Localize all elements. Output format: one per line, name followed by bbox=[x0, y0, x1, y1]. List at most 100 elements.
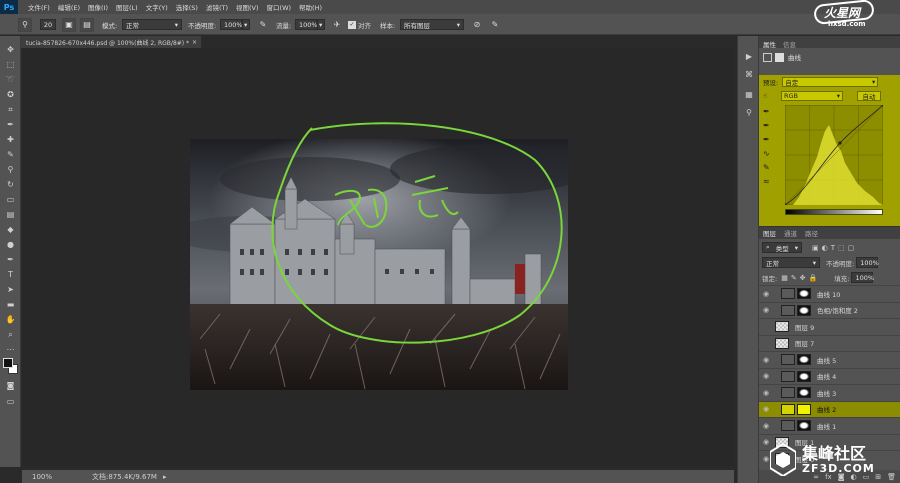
auto-button[interactable]: 自动 bbox=[857, 91, 881, 101]
layer-row[interactable]: ◉ 曲线 1 bbox=[759, 417, 900, 433]
document-size-status[interactable]: 文档:875.4K/9.67M bbox=[92, 472, 157, 482]
adjustment-layer-icon[interactable] bbox=[781, 354, 795, 365]
chevron-right-icon[interactable]: ▸ bbox=[163, 473, 167, 481]
eye-visibility-icon[interactable] bbox=[759, 319, 773, 335]
layer-row[interactable]: ◉ 曲线 3 bbox=[759, 384, 900, 400]
history-icon[interactable]: ⌘ bbox=[743, 68, 755, 80]
layer-fill-input[interactable]: 100% bbox=[851, 272, 874, 283]
menu-item-4[interactable]: 文字(Y) bbox=[142, 2, 172, 12]
layer-mask-thumbnail[interactable] bbox=[797, 420, 811, 431]
tab-paths[interactable]: 路径 bbox=[805, 228, 818, 238]
menu-item-5[interactable]: 选择(S) bbox=[172, 2, 202, 12]
menu-item-0[interactable]: 文件(F) bbox=[24, 2, 54, 12]
tab-layers[interactable]: 图层 bbox=[763, 228, 776, 238]
menu-item-9[interactable]: 帮助(H) bbox=[295, 2, 326, 12]
layer-mask-thumbnail[interactable] bbox=[797, 304, 811, 316]
menu-item-1[interactable]: 编辑(E) bbox=[54, 2, 84, 12]
smooth-icon[interactable]: ≈ bbox=[763, 177, 775, 191]
quick-mask-icon[interactable]: ◙ bbox=[4, 380, 17, 391]
sample-select[interactable]: 所有图层 ▾ bbox=[400, 18, 464, 31]
hand-tool-icon[interactable]: ✋ bbox=[4, 314, 17, 325]
layer-mask-thumbnail[interactable] bbox=[797, 370, 811, 382]
play-icon[interactable]: ▶ bbox=[743, 50, 755, 62]
more-tools-icon[interactable]: ⋯ bbox=[4, 344, 17, 355]
lasso-tool-icon[interactable]: ➰ bbox=[4, 74, 17, 85]
align-checkbox[interactable]: ✓ 对齐 bbox=[348, 18, 371, 31]
toggle-clone-source[interactable]: ▤ bbox=[80, 17, 94, 32]
pressure-opacity-toggle[interactable]: ✎ bbox=[256, 18, 270, 31]
menu-item-2[interactable]: 图像(I) bbox=[84, 2, 112, 12]
pressure-size-toggle[interactable]: ✎ bbox=[488, 18, 502, 31]
pencil-icon[interactable]: ✎ bbox=[763, 163, 775, 177]
history-brush-icon[interactable]: ↻ bbox=[4, 179, 17, 190]
preset-select[interactable]: 自定 ▾ bbox=[782, 77, 879, 87]
layer-opacity-input[interactable]: 100% bbox=[856, 257, 879, 268]
clone-stamp-preset[interactable]: ⚲ bbox=[18, 17, 32, 32]
brush-size-picker[interactable]: 20 bbox=[40, 18, 56, 31]
tab-info[interactable]: 信息 bbox=[783, 39, 796, 49]
layer-thumbnail[interactable] bbox=[775, 337, 789, 349]
healing-brush-icon[interactable]: ✚ bbox=[4, 134, 17, 145]
adjustment-layer-icon[interactable] bbox=[781, 403, 795, 415]
eye-visibility-icon[interactable]: ◉ bbox=[759, 286, 773, 302]
layer-mask-thumbnail[interactable] bbox=[797, 387, 811, 398]
curve-graph[interactable] bbox=[785, 105, 883, 205]
foreground-color-swatch[interactable] bbox=[3, 358, 13, 368]
menu-item-7[interactable]: 视图(V) bbox=[232, 2, 263, 12]
layer-row[interactable]: ◉ 曲线 2 bbox=[759, 400, 900, 417]
layer-thumbnail[interactable] bbox=[775, 321, 789, 332]
zoom-level[interactable]: 100% bbox=[32, 473, 72, 481]
layer-row[interactable]: 图层 7 bbox=[759, 334, 900, 351]
blend-mode-select[interactable]: 正常 ▾ bbox=[762, 257, 820, 268]
opacity-input[interactable]: 100% ▾ bbox=[220, 18, 250, 31]
dodge-icon[interactable]: ● bbox=[4, 239, 17, 250]
eye-visibility-icon[interactable]: ◉ bbox=[759, 302, 773, 318]
eraser-icon[interactable]: ▭ bbox=[4, 194, 17, 205]
opacity-chevron-icon[interactable]: ▾ bbox=[242, 19, 250, 30]
eye-visibility-icon[interactable] bbox=[759, 335, 773, 351]
eye-visibility-icon[interactable]: ◉ bbox=[759, 401, 773, 417]
menu-item-3[interactable]: 图层(L) bbox=[112, 2, 142, 12]
eye-visibility-icon[interactable]: ◉ bbox=[759, 385, 773, 401]
adjustment-layer-icon[interactable] bbox=[781, 288, 795, 299]
eye-visibility-icon[interactable]: ◉ bbox=[759, 418, 773, 434]
brush-tool-icon[interactable]: ✎ bbox=[4, 149, 17, 160]
adjustment-layer-icon[interactable] bbox=[781, 420, 795, 431]
blur-icon[interactable]: ◆ bbox=[4, 224, 17, 235]
tab-properties[interactable]: 属性 bbox=[763, 39, 776, 49]
eyedropper-gray-icon[interactable]: ✒ bbox=[763, 121, 775, 135]
eye-visibility-icon[interactable]: ◉ bbox=[759, 352, 773, 368]
move-tool-icon[interactable]: ✥ bbox=[4, 44, 17, 55]
lock-icons[interactable]: ▦✎✥🔒 bbox=[781, 274, 820, 282]
menu-item-8[interactable]: 窗口(W) bbox=[263, 2, 296, 12]
close-icon[interactable]: × bbox=[192, 39, 197, 46]
layer-row[interactable]: ◉ 色相/饱和度 2 bbox=[759, 301, 900, 318]
hand-icon[interactable]: ☝ bbox=[763, 92, 775, 100]
document-tab[interactable]: tucia-857826-670x446.psd @ 100%(曲线 2, RG… bbox=[21, 36, 201, 48]
type-tool-icon[interactable]: T bbox=[4, 269, 17, 280]
ignore-adjustments-toggle[interactable]: ⊘ bbox=[470, 18, 484, 31]
channel-select[interactable]: RGB ▾ bbox=[781, 91, 843, 101]
eyedropper-white-icon[interactable]: ✒ bbox=[763, 135, 775, 149]
eyedropper-black-icon[interactable]: ✒ bbox=[763, 107, 775, 121]
layer-row[interactable]: ◉ 曲线 10 bbox=[759, 285, 900, 301]
marquee-tool-icon[interactable]: ⬚ bbox=[4, 59, 17, 70]
brush-presets-icon[interactable]: ▦ bbox=[743, 88, 755, 100]
flow-chevron-icon[interactable]: ▾ bbox=[317, 19, 325, 30]
eye-visibility-icon[interactable]: ◉ bbox=[759, 368, 773, 384]
pen-tool-icon[interactable]: ✒ bbox=[4, 254, 17, 265]
layer-mask-thumbnail[interactable] bbox=[797, 354, 811, 365]
airbrush-toggle[interactable]: ✈ bbox=[330, 18, 344, 31]
menu-item-6[interactable]: 滤镜(T) bbox=[202, 2, 232, 12]
flow-input[interactable]: 100% ▾ bbox=[295, 18, 325, 31]
shape-tool-icon[interactable]: ▬ bbox=[4, 299, 17, 310]
adjustment-layer-icon[interactable] bbox=[781, 387, 795, 398]
eyedropper-icon[interactable]: ✒ bbox=[4, 119, 17, 130]
path-select-icon[interactable]: ➤ bbox=[4, 284, 17, 295]
clone-source-icon[interactable]: ⚲ bbox=[743, 106, 755, 118]
tab-channels[interactable]: 通道 bbox=[784, 228, 797, 238]
adjustment-layer-icon[interactable] bbox=[781, 370, 795, 382]
layer-row[interactable]: 图层 9 bbox=[759, 318, 900, 334]
layer-row[interactable]: ◉ 曲线 5 bbox=[759, 351, 900, 367]
clone-stamp-icon[interactable]: ⚲ bbox=[4, 164, 17, 175]
